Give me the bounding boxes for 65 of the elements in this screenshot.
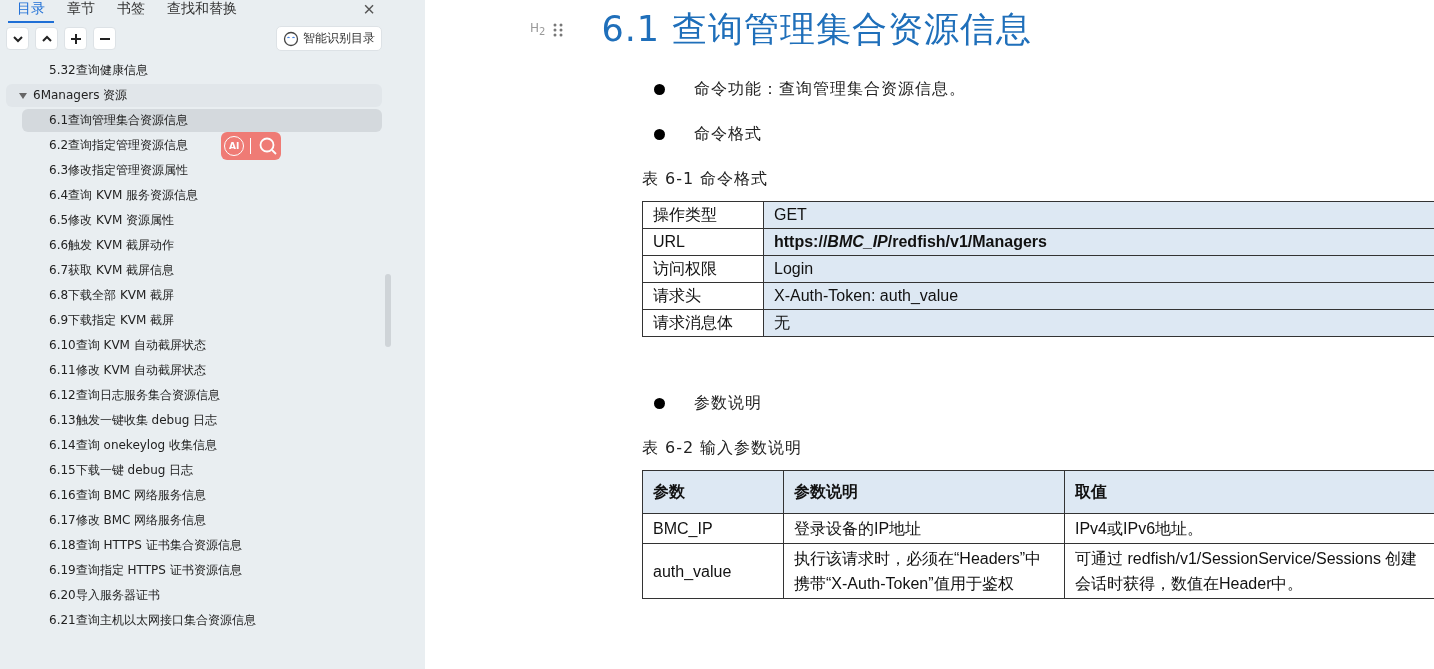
toc-item[interactable]: 6.1查询管理集合资源信息 — [22, 109, 382, 132]
sidebar-tab[interactable]: 查找和替换 — [158, 0, 246, 23]
heading-marker: H$_{2}$ — [530, 21, 546, 38]
toc-item[interactable]: 6.8下载全部 KVM 截屏 — [22, 284, 183, 307]
sidebar-tab[interactable]: 书签 — [108, 0, 154, 23]
toc-item[interactable]: 6Managers 资源 — [6, 84, 382, 107]
table-cell: 执行该请求时，必须在“Headers”中携带“X-Auth-Token”值用于鉴权 — [783, 543, 1065, 599]
toc-item[interactable]: 6.4查询 KVM 服务资源信息 — [22, 184, 207, 207]
sidebar-tab[interactable]: 目录 — [8, 0, 54, 23]
toc-item[interactable]: 6.17修改 BMC 网络服务信息 — [22, 509, 215, 532]
table-cell: 操作类型 — [642, 201, 764, 229]
table-cell: 访问权限 — [642, 255, 764, 283]
bullet-text: 参数说明 — [694, 393, 762, 414]
sidebar-tab[interactable]: 章节 — [58, 0, 104, 23]
column-header: 参数 — [642, 470, 784, 514]
table-cell: 请求头 — [642, 282, 764, 310]
toc-item[interactable]: 6.15下载一键 debug 日志 — [22, 459, 202, 482]
scrollbar[interactable] — [385, 274, 391, 347]
table-cell: X-Auth-Token: auth_value — [763, 282, 1434, 310]
drag-handle-icon[interactable] — [553, 22, 564, 37]
table-cell: 无 — [763, 309, 1434, 337]
collapse-button[interactable] — [6, 27, 29, 50]
face-icon — [283, 30, 299, 47]
toc-item[interactable]: 6.6触发 KVM 截屏动作 — [22, 234, 183, 257]
toc-item[interactable]: 5.32查询健康信息 — [6, 59, 382, 82]
toc-item[interactable]: 6.7获取 KVM 截屏信息 — [22, 259, 183, 282]
column-header: 取值 — [1064, 470, 1434, 514]
table-cell: auth_value — [642, 543, 784, 599]
toc-item[interactable]: 6.12查询日志服务集合资源信息 — [22, 384, 228, 407]
close-button[interactable]: × — [351, 0, 387, 18]
table-caption: 表 6-1 命令格式 — [642, 167, 770, 190]
bullet-dot — [654, 129, 665, 140]
table-cell: 登录设备的IP地址 — [783, 513, 1065, 544]
toc-item[interactable]: 6.19查询指定 HTTPS 证书资源信息 — [22, 559, 250, 582]
toc-item[interactable]: 6.16查询 BMC 网络服务信息 — [22, 484, 215, 507]
bullet-text: 命令格式 — [694, 124, 762, 145]
bullet-text: 命令功能：查询管理集合资源信息。 — [694, 79, 966, 100]
toc-item[interactable]: 6.14查询 onekeylog 收集信息 — [22, 434, 225, 457]
plus-icon — [69, 32, 82, 45]
remove-button[interactable] — [93, 27, 116, 50]
table-cell: 请求消息体 — [642, 309, 764, 337]
column-header: 参数说明 — [783, 470, 1065, 514]
add-button[interactable] — [64, 27, 87, 50]
toc-item[interactable]: 6.3修改指定管理资源属性 — [22, 159, 197, 182]
toc-item[interactable]: 6.10查询 KVM 自动截屏状态 — [22, 334, 214, 357]
toc-item[interactable]: 6.13触发一键收集 debug 日志 — [22, 409, 226, 432]
table-cell: GET — [763, 201, 1434, 229]
smart-toc-button[interactable]: 智能识别目录 — [276, 26, 382, 51]
search-icon[interactable] — [257, 136, 278, 156]
toc-item[interactable]: 6.21查询主机以太网接口集合资源信息 — [22, 609, 264, 632]
toc-item[interactable]: 6.18查询 HTTPS 证书集合资源信息 — [22, 534, 250, 557]
table-cell: BMC_IP — [642, 513, 784, 544]
table-cell: URL — [642, 228, 764, 256]
toc-item[interactable]: 6.11修改 KVM 自动截屏状态 — [22, 359, 214, 382]
bullet-dot — [654, 84, 665, 95]
toc-item[interactable]: 6.9下载指定 KVM 截屏 — [22, 309, 183, 332]
table-cell: https://BMC_IP/redfish/v1/Managers — [763, 228, 1434, 256]
table-caption: 表 6-2 输入参数说明 — [642, 436, 804, 459]
table-cell: Login — [763, 255, 1434, 283]
section-heading: 6.1 查询管理集合资源信息 — [601, 8, 1033, 51]
toc-item[interactable]: 6.5修改 KVM 资源属性 — [22, 209, 183, 232]
toc-item[interactable]: 6.2查询指定管理资源信息 — [22, 134, 197, 157]
bullet-dot — [654, 398, 665, 409]
toc-item[interactable]: 6.20导入服务器证书 — [22, 584, 168, 607]
expand-button[interactable] — [35, 27, 58, 50]
